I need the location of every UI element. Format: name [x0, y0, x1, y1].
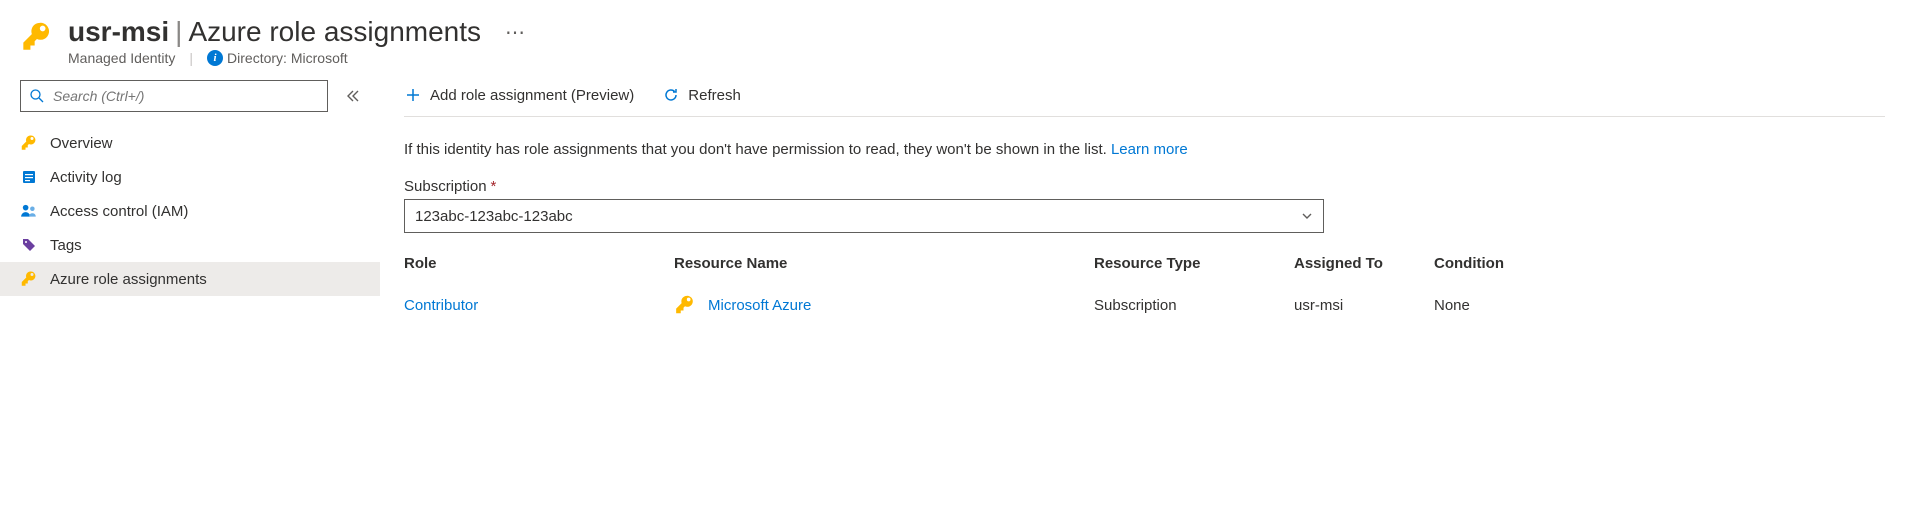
- resource-name-link[interactable]: Microsoft Azure: [708, 297, 811, 314]
- sidebar-item-azure-role-assignments[interactable]: Azure role assignments: [0, 262, 380, 296]
- learn-more-link[interactable]: Learn more: [1111, 141, 1188, 158]
- more-actions-button[interactable]: ⋯: [505, 20, 527, 45]
- key-icon: [20, 270, 38, 288]
- people-icon: [20, 202, 38, 220]
- sidebar-item-access-control[interactable]: Access control (IAM): [0, 194, 380, 228]
- subscription-label: Subscription*: [404, 178, 1885, 195]
- refresh-icon: [662, 86, 680, 104]
- separator: |: [189, 50, 193, 66]
- key-icon: [20, 20, 54, 54]
- role-assignments-table: Role Resource Name Resource Type Assigne…: [404, 247, 1885, 330]
- nav-label: Tags: [50, 237, 82, 254]
- page-header: usr-msi|Azure role assignments ⋯ Managed…: [0, 0, 1909, 74]
- log-icon: [20, 168, 38, 186]
- plus-icon: [404, 86, 422, 104]
- subscription-dropdown[interactable]: 123abc-123abc-123abc: [404, 199, 1324, 233]
- info-text: If this identity has role assignments th…: [404, 141, 1885, 158]
- page-title: usr-msi|Azure role assignments: [68, 16, 481, 48]
- tag-icon: [20, 236, 38, 254]
- sidebar-item-overview[interactable]: Overview: [0, 126, 380, 160]
- nav-list: Overview Activity log Access control (IA…: [0, 122, 380, 300]
- add-role-assignment-button[interactable]: Add role assignment (Preview): [404, 86, 634, 104]
- col-resource-name: Resource Name: [674, 255, 1094, 272]
- nav-label: Activity log: [50, 169, 122, 186]
- toolbar: Add role assignment (Preview) Refresh: [404, 80, 1885, 117]
- cell-condition: None: [1434, 297, 1544, 314]
- refresh-button[interactable]: Refresh: [662, 86, 741, 104]
- sidebar-item-tags[interactable]: Tags: [0, 228, 380, 262]
- col-condition: Condition: [1434, 255, 1544, 272]
- col-resource-type: Resource Type: [1094, 255, 1294, 272]
- role-link[interactable]: Contributor: [404, 297, 478, 314]
- sidebar-item-activity-log[interactable]: Activity log: [0, 160, 380, 194]
- info-icon: i: [207, 50, 223, 66]
- col-role: Role: [404, 255, 674, 272]
- nav-label: Access control (IAM): [50, 203, 188, 220]
- key-icon: [20, 134, 38, 152]
- chevron-down-icon: [1301, 210, 1313, 222]
- cell-resource-type: Subscription: [1094, 297, 1294, 314]
- key-icon: [674, 294, 696, 316]
- sidebar: Overview Activity log Access control (IA…: [0, 74, 380, 354]
- table-row: Contributor Microsoft Azure Subscription…: [404, 280, 1885, 330]
- nav-label: Azure role assignments: [50, 271, 207, 288]
- directory-label: i Directory: Microsoft: [207, 50, 348, 66]
- sidebar-search-input[interactable]: [20, 80, 328, 112]
- cell-assigned-to: usr-msi: [1294, 297, 1434, 314]
- col-assigned-to: Assigned To: [1294, 255, 1434, 272]
- search-icon: [29, 88, 45, 104]
- nav-label: Overview: [50, 135, 113, 152]
- main-content: Add role assignment (Preview) Refresh If…: [380, 74, 1909, 354]
- table-header-row: Role Resource Name Resource Type Assigne…: [404, 247, 1885, 280]
- collapse-sidebar-button[interactable]: [336, 80, 368, 112]
- resource-type-label: Managed Identity: [68, 50, 175, 66]
